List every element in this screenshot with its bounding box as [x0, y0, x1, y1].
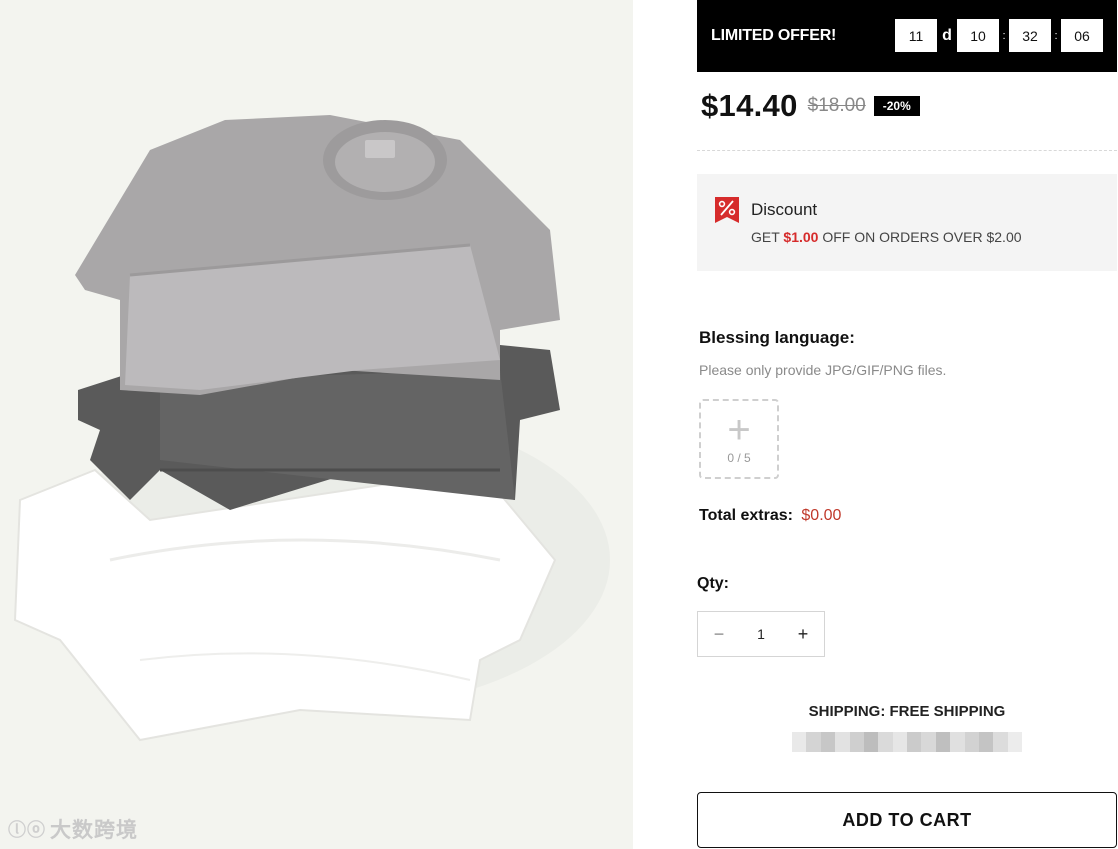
- discount-description: GET $1.00 OFF ON ORDERS OVER $2.00: [751, 229, 1022, 245]
- countdown-timer: 11 d 10 : 32 : 06: [895, 19, 1103, 52]
- watermark-logo: ⓛⓞ: [8, 820, 46, 840]
- decrease-quantity-button[interactable]: −: [710, 624, 728, 645]
- total-extras-label: Total extras:: [699, 507, 793, 524]
- quantity-stepper: − 1 +: [697, 611, 825, 657]
- blessing-language-label: Blessing language:: [699, 328, 855, 347]
- timer-separator: :: [1054, 29, 1058, 42]
- upload-count: 0 / 5: [727, 451, 751, 465]
- plus-icon: +: [727, 408, 751, 452]
- quantity-label: Qty:: [697, 575, 729, 592]
- offer-title: LIMITED OFFER!: [711, 27, 837, 44]
- timer-days-suffix: d: [942, 26, 952, 44]
- limited-offer-bar: LIMITED OFFER! 11 d 10 : 32 : 06: [697, 0, 1117, 72]
- shipping-info: SHIPPING: FREE SHIPPING: [808, 703, 1006, 720]
- timer-minutes: 32: [1009, 19, 1051, 52]
- discount-amount: $1.00: [783, 229, 819, 245]
- product-image: ⓛⓞ 大数跨境: [0, 0, 633, 849]
- current-price: $14.40: [701, 88, 798, 123]
- watermark-text: 大数跨境: [50, 819, 138, 842]
- discount-badge: -20%: [873, 96, 920, 116]
- upload-hint: Please only provide JPG/GIF/PNG files.: [699, 362, 947, 378]
- tshirt-stack-illustration: [13, 115, 610, 742]
- discount-box: Discount GET $1.00 OFF ON ORDERS OVER $2…: [697, 174, 1117, 271]
- quantity-input[interactable]: 1: [757, 626, 765, 642]
- blurred-content: [792, 732, 1022, 752]
- timer-hours: 10: [957, 19, 999, 52]
- timer-separator: :: [1002, 29, 1006, 42]
- total-extras-value: $0.00: [801, 507, 842, 524]
- file-upload-button[interactable]: + 0 / 5: [699, 399, 779, 479]
- increase-quantity-button[interactable]: +: [794, 624, 812, 645]
- price-row: $14.40 $18.00 -20%: [701, 88, 920, 124]
- watermark: ⓛⓞ 大数跨境: [8, 814, 138, 844]
- product-info-panel: LIMITED OFFER! 11 d 10 : 32 : 06 $14.40 …: [697, 0, 1117, 849]
- divider: [697, 150, 1117, 151]
- discount-title: Discount: [751, 200, 818, 219]
- timer-seconds: 06: [1061, 19, 1103, 52]
- discount-desc-suffix: OFF ON ORDERS OVER $2.00: [822, 229, 1022, 245]
- discount-desc-prefix: GET: [751, 229, 780, 245]
- timer-days: 11: [895, 19, 937, 52]
- original-price: $18.00: [807, 95, 866, 116]
- total-extras: Total extras: $0.00: [699, 507, 841, 525]
- add-to-cart-button[interactable]: ADD TO CART: [697, 792, 1117, 848]
- percent-tag-icon: [715, 197, 739, 223]
